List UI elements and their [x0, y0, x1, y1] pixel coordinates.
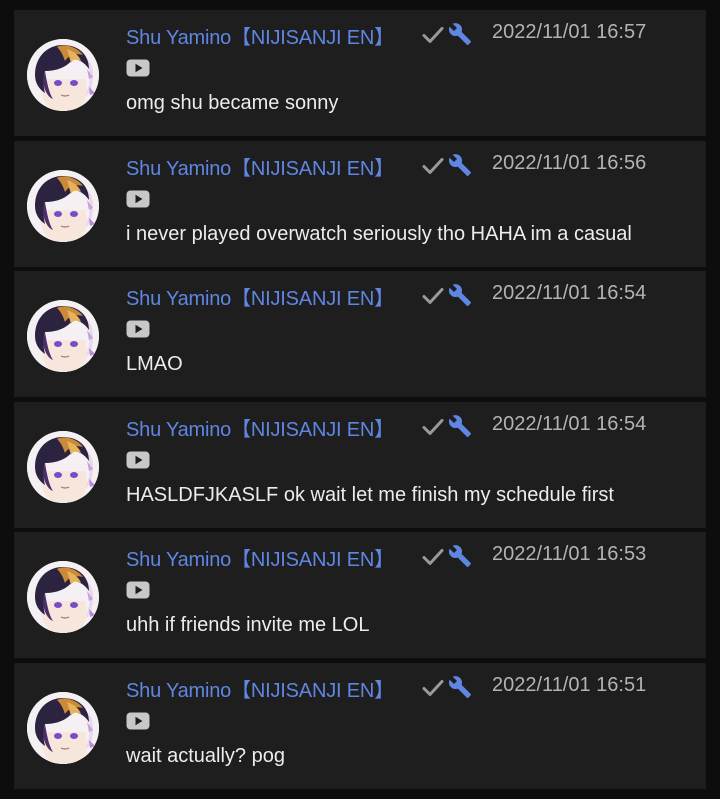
avatar[interactable] — [27, 170, 99, 242]
avatar[interactable] — [27, 431, 99, 503]
author-name[interactable]: Shu Yamino【NIJISANJI EN】 — [126, 282, 394, 311]
verified-check-icon — [422, 417, 444, 437]
moderator-wrench-icon — [448, 153, 472, 177]
avatar[interactable] — [27, 561, 99, 633]
avatar[interactable] — [27, 692, 99, 764]
message-text: i never played overwatch seriously tho H… — [126, 223, 632, 245]
message-timestamp: 2022/11/01 16:56 — [492, 152, 647, 174]
verified-check-icon — [422, 678, 444, 698]
chat-message: Shu Yamino【NIJISANJI EN】 2022/11/01 16:5… — [14, 271, 706, 397]
moderator-wrench-icon — [448, 22, 472, 46]
moderator-wrench-icon — [448, 544, 472, 568]
message-text: omg shu became sonny — [126, 92, 339, 114]
author-name[interactable]: Shu Yamino【NIJISANJI EN】 — [126, 543, 394, 572]
message-text: HASLDFJKASLF ok wait let me finish my sc… — [126, 484, 614, 506]
youtube-icon — [126, 59, 150, 77]
youtube-icon — [126, 581, 150, 599]
chat-message: Shu Yamino【NIJISANJI EN】 2022/11/01 16:5… — [14, 402, 706, 528]
author-name[interactable]: Shu Yamino【NIJISANJI EN】 — [126, 21, 394, 50]
youtube-icon — [126, 190, 150, 208]
verified-check-icon — [422, 547, 444, 567]
author-name[interactable]: Shu Yamino【NIJISANJI EN】 — [126, 152, 394, 181]
chat-message: Shu Yamino【NIJISANJI EN】 2022/11/01 16:5… — [14, 663, 706, 789]
chat-message: Shu Yamino【NIJISANJI EN】 2022/11/01 16:5… — [14, 141, 706, 267]
verified-check-icon — [422, 156, 444, 176]
verified-check-icon — [422, 25, 444, 45]
moderator-wrench-icon — [448, 283, 472, 307]
message-timestamp: 2022/11/01 16:51 — [492, 674, 647, 696]
author-name[interactable]: Shu Yamino【NIJISANJI EN】 — [126, 413, 394, 442]
message-timestamp: 2022/11/01 16:53 — [492, 543, 647, 565]
message-timestamp: 2022/11/01 16:57 — [492, 21, 647, 43]
author-name[interactable]: Shu Yamino【NIJISANJI EN】 — [126, 674, 394, 703]
moderator-wrench-icon — [448, 675, 472, 699]
message-timestamp: 2022/11/01 16:54 — [492, 282, 647, 304]
youtube-icon — [126, 451, 150, 469]
avatar[interactable] — [27, 300, 99, 372]
message-text: uhh if friends invite me LOL — [126, 614, 370, 636]
message-text: wait actually? pog — [126, 745, 285, 767]
verified-check-icon — [422, 286, 444, 306]
avatar[interactable] — [27, 39, 99, 111]
youtube-icon — [126, 320, 150, 338]
message-timestamp: 2022/11/01 16:54 — [492, 413, 647, 435]
chat-message-list[interactable]: Shu Yamino【NIJISANJI EN】 2022/11/01 16:5… — [0, 0, 720, 799]
message-text: LMAO — [126, 353, 183, 375]
moderator-wrench-icon — [448, 414, 472, 438]
chat-message: Shu Yamino【NIJISANJI EN】 2022/11/01 16:5… — [14, 532, 706, 658]
youtube-icon — [126, 712, 150, 730]
chat-message: Shu Yamino【NIJISANJI EN】 2022/11/01 16:5… — [14, 10, 706, 136]
